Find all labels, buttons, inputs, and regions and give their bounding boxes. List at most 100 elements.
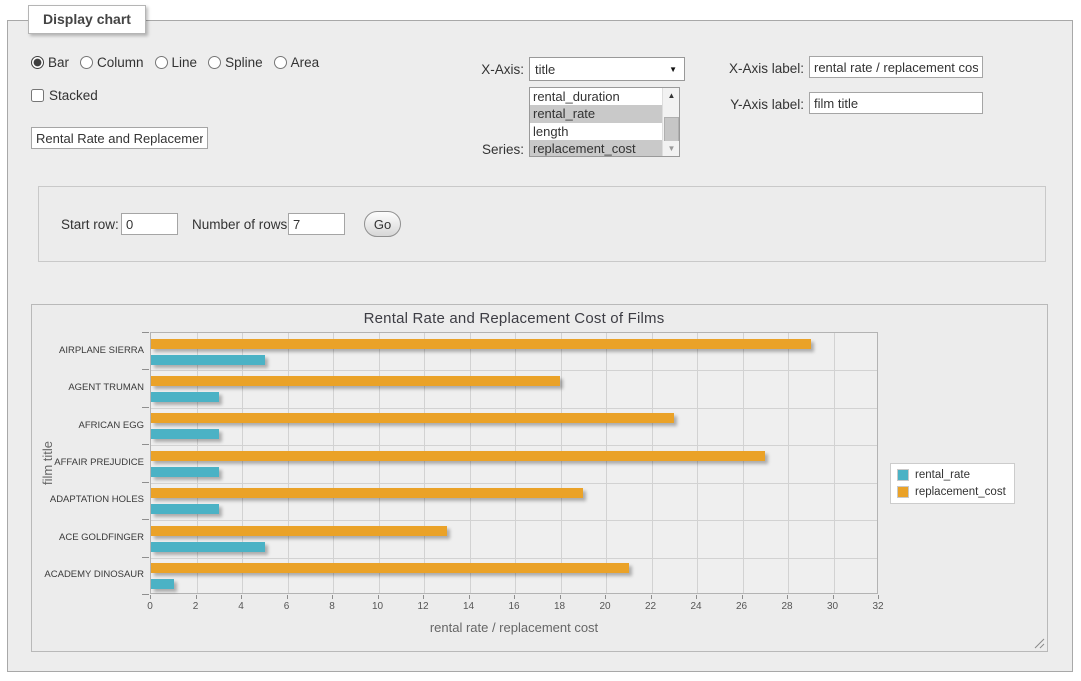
radio-input-column[interactable] <box>80 56 93 69</box>
series-options: rental_durationrental_ratelengthreplacem… <box>530 88 679 157</box>
gridline-vertical <box>197 333 198 593</box>
chart-type-radio-area[interactable]: Area <box>274 55 320 70</box>
x-axis-select-label: X-Axis: <box>446 62 524 77</box>
x-axis-tick-label: 10 <box>363 601 393 612</box>
series-option-rental_duration[interactable]: rental_duration <box>530 88 679 105</box>
bar-replacement-cost <box>151 413 674 423</box>
legend-label: replacement_cost <box>915 486 1006 498</box>
x-axis-tick-label: 20 <box>590 601 620 612</box>
x-axis-select[interactable]: title ▼ <box>529 57 685 81</box>
radio-input-area[interactable] <box>274 56 287 69</box>
gridline-vertical <box>424 333 425 593</box>
resize-grip-icon[interactable] <box>1034 638 1045 649</box>
x-axis-label-input[interactable] <box>809 56 983 78</box>
x-axis-tick <box>150 595 151 599</box>
scroll-up-icon[interactable]: ▲ <box>663 88 680 103</box>
x-axis-tick <box>287 595 288 599</box>
series-listbox-scrollbar[interactable]: ▲ ▼ <box>662 88 679 156</box>
series-option-length[interactable]: length <box>530 123 679 140</box>
series-option-rental_rate[interactable]: rental_rate <box>530 105 679 122</box>
category-label: AFFAIR PREJUDICE <box>42 457 144 468</box>
row-range-panel: Start row: Number of rows: Go <box>38 186 1046 262</box>
legend-swatch <box>897 486 909 498</box>
y-axis-tick <box>142 557 149 558</box>
gridline-vertical <box>788 333 789 593</box>
chart-type-radio-column[interactable]: Column <box>80 55 144 70</box>
series-option-replacement_cost[interactable]: replacement_cost <box>530 140 679 157</box>
radio-input-line[interactable] <box>155 56 168 69</box>
y-axis-tick <box>142 332 149 333</box>
series-listbox[interactable]: rental_durationrental_ratelengthreplacem… <box>529 87 680 157</box>
x-axis-tick <box>469 595 470 599</box>
stacked-checkbox[interactable] <box>31 89 44 102</box>
stacked-checkbox-row[interactable]: Stacked <box>31 88 98 103</box>
chart-type-radio-bar[interactable]: Bar <box>31 55 69 70</box>
gridline-vertical <box>333 333 334 593</box>
chart-type-radio-spline[interactable]: Spline <box>208 55 263 70</box>
gridline-vertical <box>561 333 562 593</box>
gridline-horizontal <box>151 445 877 446</box>
chart-title-input[interactable] <box>31 127 208 149</box>
chart-plot-area <box>150 332 878 594</box>
x-axis-tick-label: 18 <box>545 601 575 612</box>
legend-swatch <box>897 469 909 481</box>
y-axis-tick <box>142 594 149 595</box>
radio-input-spline[interactable] <box>208 56 221 69</box>
chart-type-radio-line[interactable]: Line <box>155 55 198 70</box>
bar-replacement-cost <box>151 563 629 573</box>
gridline-horizontal <box>151 520 877 521</box>
x-axis-tick <box>560 595 561 599</box>
category-label: ACE GOLDFINGER <box>42 532 144 543</box>
y-axis-label-input[interactable] <box>809 92 983 114</box>
x-axis-tick-label: 16 <box>499 601 529 612</box>
chevron-down-icon: ▼ <box>669 65 677 74</box>
x-axis-tick <box>423 595 424 599</box>
scrollbar-thumb[interactable] <box>664 117 679 143</box>
legend-item-rental_rate: rental_rate <box>897 469 1006 481</box>
x-axis-tick <box>833 595 834 599</box>
x-axis-tick-label: 0 <box>135 601 165 612</box>
chart-xaxis-title: rental rate / replacement cost <box>150 620 878 635</box>
bar-rental-rate <box>151 579 174 589</box>
start-row-label: Start row: <box>61 217 119 232</box>
gridline-vertical <box>743 333 744 593</box>
x-axis-tick <box>696 595 697 599</box>
gridline-vertical <box>697 333 698 593</box>
gridline-horizontal <box>151 408 877 409</box>
gridline-vertical <box>834 333 835 593</box>
x-axis-tick <box>878 595 879 599</box>
bar-replacement-cost <box>151 339 811 349</box>
x-axis-tick-label: 28 <box>772 601 802 612</box>
x-axis-tick <box>332 595 333 599</box>
radio-label: Bar <box>48 55 69 70</box>
display-chart-fieldset: BarColumnLineSplineArea Stacked X-Axis: … <box>7 20 1073 672</box>
number-of-rows-label: Number of rows: <box>192 217 291 232</box>
category-label: AGENT TRUMAN <box>42 382 144 393</box>
radio-input-bar[interactable] <box>31 56 44 69</box>
legend-item-replacement_cost: replacement_cost <box>897 486 1006 498</box>
bar-rental-rate <box>151 467 219 477</box>
category-label: ACADEMY DINOSAUR <box>42 569 144 580</box>
y-axis-tick <box>142 519 149 520</box>
chart-yaxis-title: film title <box>40 418 56 508</box>
chart-title: Rental Rate and Replacement Cost of Film… <box>150 310 878 327</box>
chart-type-radio-group: Bar Column Line Spline Area <box>31 55 319 70</box>
x-axis-tick <box>605 595 606 599</box>
gridline-horizontal <box>151 370 877 371</box>
gridline-vertical <box>242 333 243 593</box>
start-row-input[interactable] <box>121 213 178 235</box>
gridline-horizontal <box>151 483 877 484</box>
gridline-vertical <box>288 333 289 593</box>
scroll-down-icon[interactable]: ▼ <box>663 141 680 156</box>
number-of-rows-input[interactable] <box>288 213 345 235</box>
category-label: AFRICAN EGG <box>42 420 144 431</box>
gridline-vertical <box>379 333 380 593</box>
x-axis-tick <box>196 595 197 599</box>
gridline-horizontal <box>151 558 877 559</box>
bar-rental-rate <box>151 542 265 552</box>
x-axis-tick <box>787 595 788 599</box>
x-axis-tick <box>241 595 242 599</box>
go-button[interactable]: Go <box>364 211 401 237</box>
category-label: AIRPLANE SIERRA <box>42 345 144 356</box>
radio-label: Area <box>291 55 320 70</box>
